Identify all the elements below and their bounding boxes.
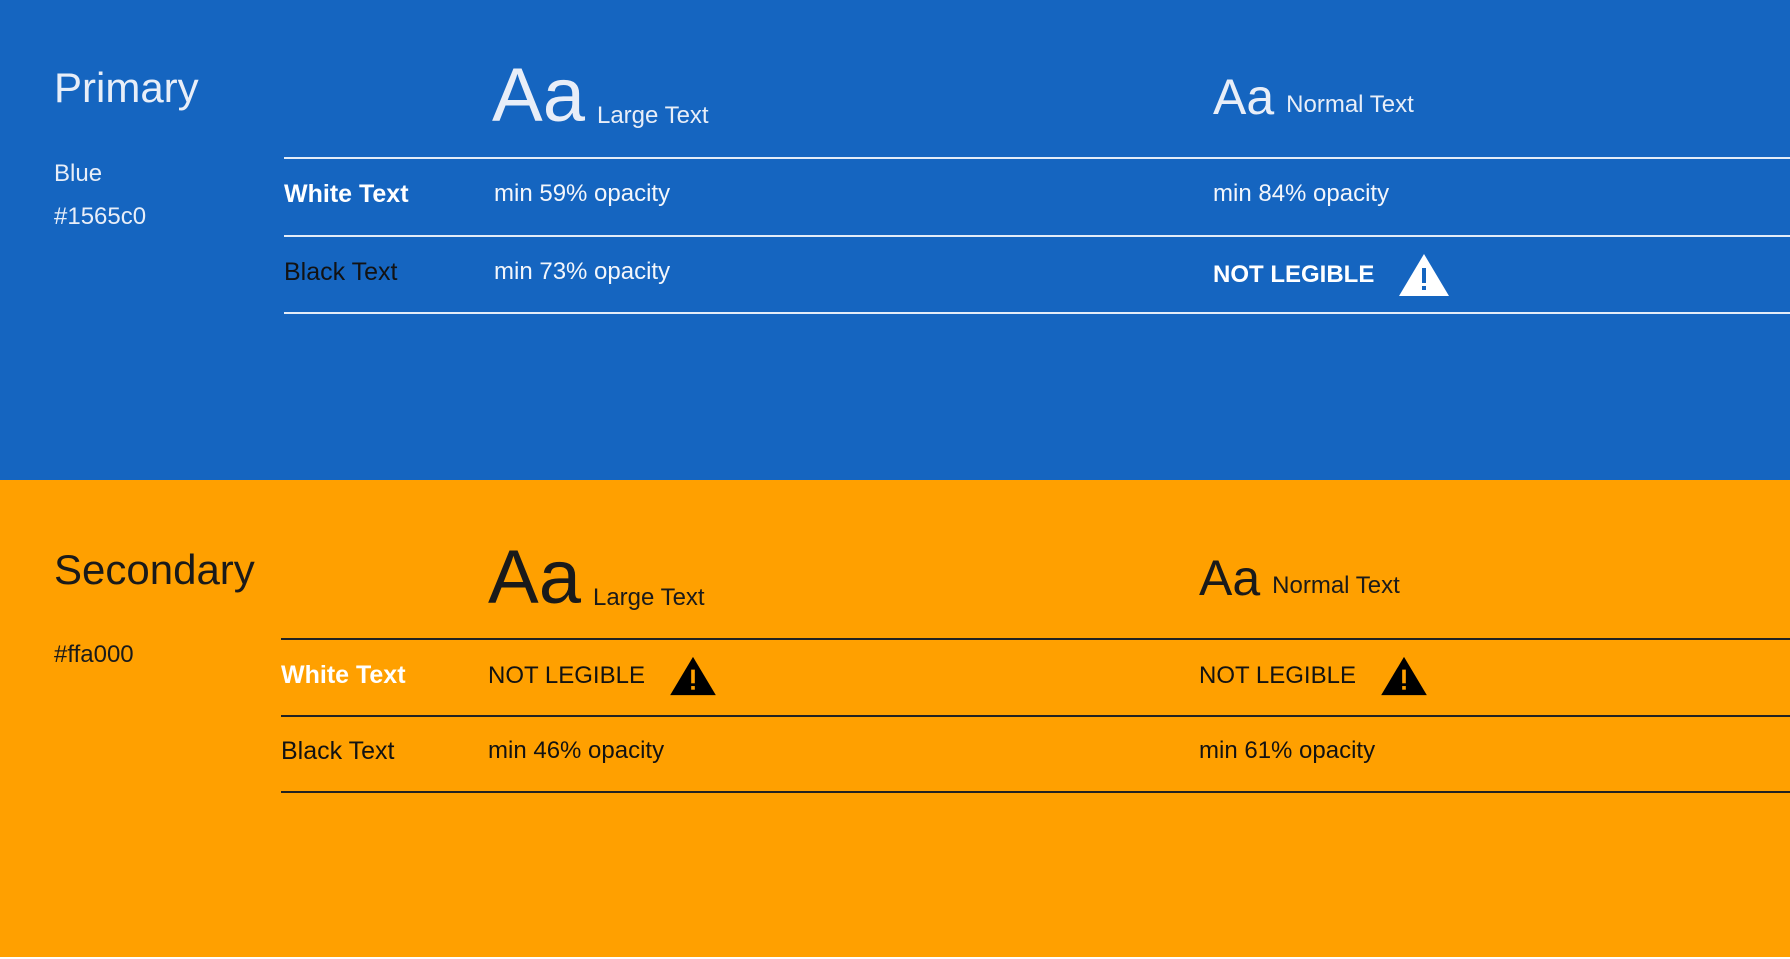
row-label-white-text: White Text	[281, 661, 406, 689]
secondary-large-header: Aa Large Text	[488, 540, 705, 616]
not-legible-label: NOT LEGIBLE	[1213, 261, 1375, 288]
primary-white-large-value: min 59% opacity	[494, 180, 671, 207]
secondary-color-panel: Secondary #ffa000 Aa Large Text Aa Norma…	[0, 480, 1790, 957]
divider	[284, 157, 1790, 159]
primary-normal-header: Aa Normal Text	[1213, 72, 1414, 122]
divider	[281, 791, 1790, 793]
secondary-white-large-value: NOT LEGIBLE	[488, 655, 717, 697]
primary-title: Primary	[54, 64, 199, 111]
secondary-black-large-value: min 46% opacity	[488, 737, 665, 764]
primary-large-header: Aa Large Text	[492, 58, 709, 134]
warning-icon	[670, 656, 716, 696]
primary-color-name: Blue	[54, 160, 103, 187]
divider	[281, 638, 1790, 640]
large-label: Large Text	[596, 102, 709, 129]
secondary-white-normal-value: NOT LEGIBLE	[1199, 655, 1428, 697]
normal-sample: Aa	[1213, 69, 1275, 125]
primary-black-large-value: min 73% opacity	[494, 258, 671, 285]
primary-white-normal-value: min 84% opacity	[1213, 180, 1390, 207]
divider	[281, 715, 1790, 717]
normal-label: Normal Text	[1272, 572, 1400, 599]
divider	[284, 312, 1790, 314]
row-label-black-text: Black Text	[284, 258, 398, 286]
normal-sample: Aa	[1199, 550, 1261, 606]
primary-color-panel: Primary Blue #1565c0 Aa Large Text Aa No…	[0, 0, 1790, 480]
secondary-normal-header: Aa Normal Text	[1199, 553, 1400, 603]
row-label-white-text: White Text	[284, 180, 409, 208]
large-sample: Aa	[488, 535, 581, 620]
row-label-black-text: Black Text	[281, 737, 395, 765]
not-legible-label: NOT LEGIBLE	[488, 662, 645, 689]
large-sample: Aa	[492, 53, 585, 138]
primary-hex: #1565c0	[54, 203, 147, 230]
secondary-hex: #ffa000	[54, 641, 134, 668]
warning-icon	[1381, 656, 1427, 696]
secondary-black-normal-value: min 61% opacity	[1199, 737, 1376, 764]
warning-icon	[1399, 254, 1450, 296]
primary-black-normal-value: NOT LEGIBLE	[1213, 252, 1450, 298]
divider	[284, 235, 1790, 237]
not-legible-label: NOT LEGIBLE	[1199, 662, 1356, 689]
secondary-title: Secondary	[54, 546, 255, 593]
normal-label: Normal Text	[1286, 91, 1414, 118]
large-label: Large Text	[592, 584, 705, 611]
